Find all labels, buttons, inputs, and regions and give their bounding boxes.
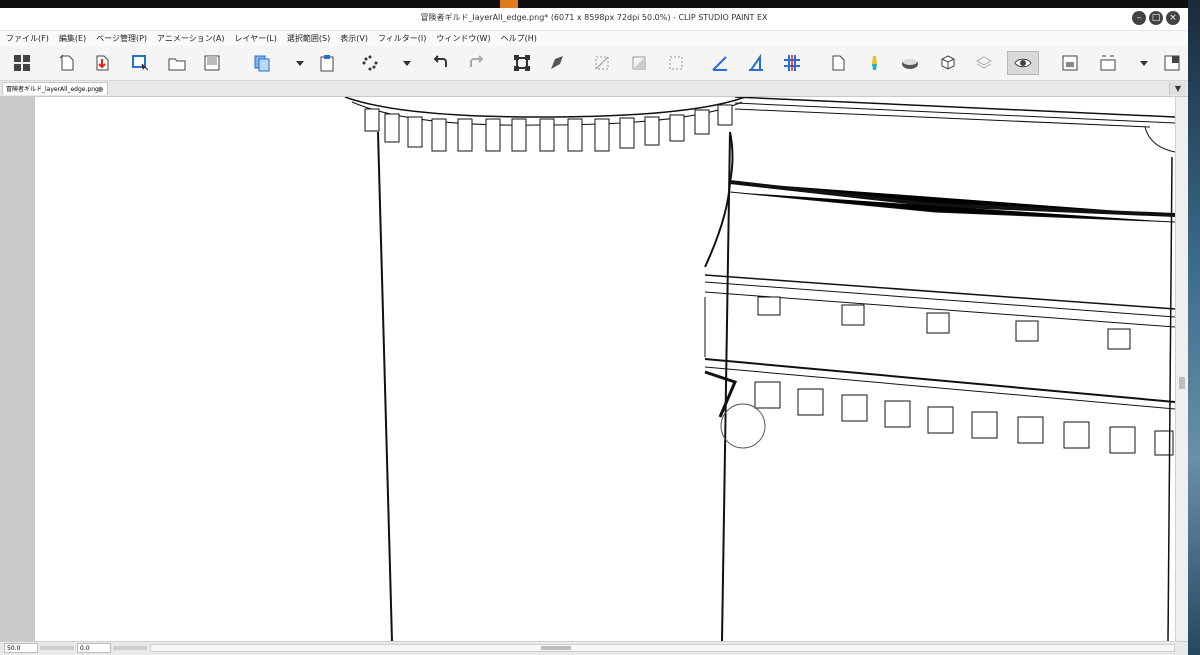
pen-nib-icon[interactable] — [545, 51, 569, 75]
dropdown-icon-3[interactable] — [1132, 51, 1156, 75]
grid-icon[interactable] — [780, 51, 804, 75]
maximize-button[interactable]: □ — [1149, 11, 1163, 25]
redo-icon[interactable] — [465, 51, 489, 75]
paste-icon[interactable] — [315, 51, 339, 75]
panel-icon[interactable] — [1160, 51, 1184, 75]
transform-icon[interactable] — [510, 51, 534, 75]
rotation-slider[interactable] — [113, 646, 147, 650]
select-document-icon[interactable] — [128, 51, 152, 75]
perspective-ruler-icon[interactable] — [744, 51, 768, 75]
vertical-scrollbar[interactable] — [1175, 97, 1188, 641]
rotation-input[interactable]: 0.0 — [77, 643, 111, 653]
new-icon[interactable] — [55, 51, 79, 75]
window-title: 冒険者ギルド_layerAll_edge.png* (6071 x 8598px… — [420, 13, 768, 22]
menu-page[interactable]: ページ管理(P) — [96, 33, 147, 44]
paper — [35, 97, 1175, 641]
document-tab[interactable]: 冒険者ギルド_layerAll_edge.png* — [2, 82, 108, 95]
marker-icon[interactable] — [862, 51, 886, 75]
menu-bar: ファイル(F) 編集(E) ページ管理(P) アニメーション(A) レイヤー(L… — [0, 31, 1188, 46]
document-tab-strip: 冒険者ギルド_layerAll_edge.png* ▼ — [0, 81, 1188, 97]
desktop-taskbar-indicator — [500, 0, 518, 8]
select-all-icon[interactable] — [664, 51, 688, 75]
zoom-input[interactable]: 50.0 — [4, 643, 38, 653]
dropdown-icon[interactable] — [288, 51, 312, 75]
menu-layer[interactable]: レイヤー(L) — [234, 33, 276, 44]
document-tab-label: 冒険者ギルド_layerAll_edge.png* — [6, 86, 102, 93]
page-icon[interactable] — [826, 51, 850, 75]
undo-icon[interactable] — [428, 51, 452, 75]
menu-filter[interactable]: フィルター(I) — [378, 33, 426, 44]
horizontal-scroll-thumb[interactable] — [541, 646, 571, 650]
status-bar: 50.0 0.0 — [0, 641, 1188, 655]
3d-object-icon[interactable] — [936, 51, 960, 75]
clear-selection-icon[interactable] — [590, 51, 614, 75]
image-icon[interactable] — [1058, 51, 1082, 75]
minimize-button[interactable]: – — [1132, 11, 1146, 25]
menu-help[interactable]: ヘルプ(H) — [501, 33, 537, 44]
frame-icon[interactable] — [1096, 51, 1120, 75]
ellipse-stamp-icon[interactable] — [898, 51, 922, 75]
menu-selection[interactable]: 選択範囲(S) — [287, 33, 330, 44]
horizontal-scrollbar[interactable] — [150, 644, 1175, 652]
desktop-top-strip — [0, 0, 1200, 8]
vertical-scroll-thumb[interactable] — [1179, 377, 1185, 389]
menu-edit[interactable]: 編集(E) — [59, 33, 86, 44]
layers-icon[interactable] — [972, 51, 996, 75]
close-button[interactable]: × — [1166, 11, 1180, 25]
canvas-drawing — [35, 97, 1176, 641]
title-bar: 冒険者ギルド_layerAll_edge.png* (6071 x 8598px… — [0, 8, 1188, 31]
ruler-icon[interactable] — [708, 51, 732, 75]
window-controls: – □ × — [1132, 11, 1180, 25]
app-menu-icon[interactable] — [10, 51, 34, 75]
copy-icon[interactable] — [250, 51, 274, 75]
save-icon[interactable] — [200, 51, 224, 75]
zoom-slider[interactable] — [40, 646, 74, 650]
import-icon[interactable] — [90, 51, 114, 75]
tab-list-dropdown[interactable]: ▼ — [1169, 82, 1186, 95]
command-bar — [0, 46, 1188, 81]
menu-file[interactable]: ファイル(F) — [6, 33, 49, 44]
canvas-viewport[interactable] — [0, 97, 1188, 641]
dropdown-icon-2[interactable] — [395, 51, 419, 75]
menu-window[interactable]: ウィンドウ(W) — [436, 33, 490, 44]
invert-selection-icon[interactable] — [627, 51, 651, 75]
eye-icon[interactable] — [1007, 51, 1039, 75]
menu-view[interactable]: 表示(V) — [340, 33, 368, 44]
menu-animation[interactable]: アニメーション(A) — [157, 33, 224, 44]
desktop-wallpaper-edge — [1188, 0, 1200, 655]
transform-dots-icon[interactable] — [358, 51, 382, 75]
close-tab-icon[interactable] — [98, 87, 103, 92]
app-window: 冒険者ギルド_layerAll_edge.png* (6071 x 8598px… — [0, 8, 1188, 655]
open-icon[interactable] — [165, 51, 189, 75]
